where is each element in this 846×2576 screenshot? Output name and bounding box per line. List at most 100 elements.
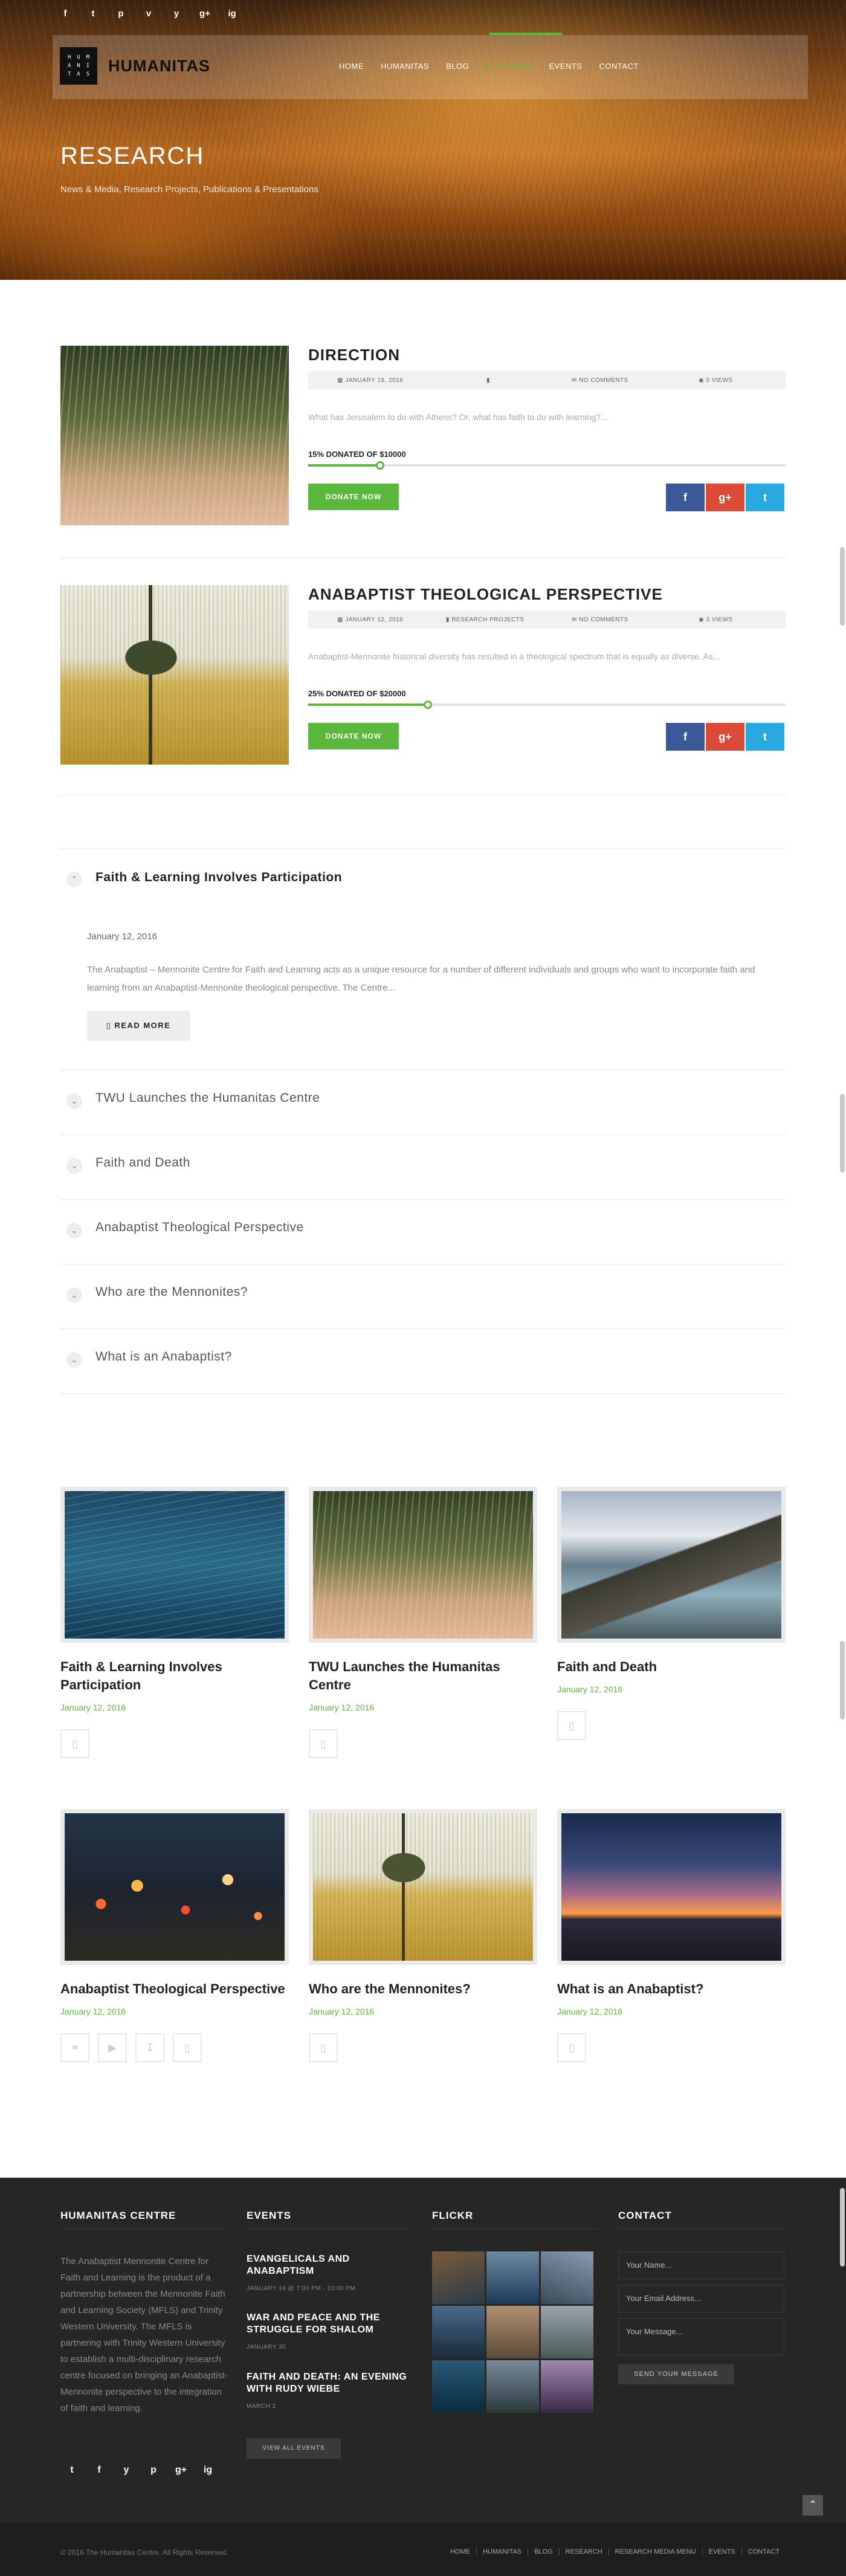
download-icon[interactable]: ↧ [135,2033,164,2062]
post-date[interactable]: January 12, 2016 [309,2007,537,2016]
post-date[interactable]: January 12, 2016 [60,1703,289,1712]
video-icon[interactable]: ▶ [98,2033,127,2062]
donate-button[interactable]: DONATE NOW [308,723,399,749]
pinterest-icon[interactable]: p [116,8,126,19]
project-image[interactable] [60,585,289,765]
post-title[interactable]: Anabaptist Theological Perspective [60,1980,289,1998]
post-date[interactable]: January 12, 2016 [557,2007,786,2016]
twitter-share-button[interactable]: t [746,723,784,751]
flickr-photo[interactable] [432,2251,485,2304]
scrollbar-thumb[interactable] [840,547,845,626]
name-field[interactable]: Your Name... [618,2251,784,2279]
accordion-title[interactable]: Anabaptist Theological Perspective [95,1220,304,1235]
instagram-icon[interactable]: ig [227,8,237,19]
post-title[interactable]: Faith & Learning Involves Participation [60,1658,289,1694]
chevron-down-icon[interactable]: ⌄ [66,1158,82,1174]
event-title[interactable]: EVANGELICALS AND ANABAPTISM [247,2253,410,2277]
post-thumbnail[interactable] [309,1809,537,1965]
chevron-down-icon[interactable]: ⌄ [66,1093,82,1109]
email-field[interactable]: Your Email Address... [618,2285,784,2312]
post-date[interactable]: January 12, 2016 [309,1703,537,1712]
post-title[interactable]: Who are the Mennonites? [309,1980,537,1998]
flickr-photo[interactable] [432,2306,485,2358]
nav-humanitas[interactable]: HUMANITAS [372,62,438,71]
accordion-title[interactable]: TWU Launches the Humanitas Centre [95,1091,320,1105]
footer-nav-events[interactable]: EVENTS [702,2548,741,2555]
twitter-icon[interactable]: t [88,8,98,19]
flickr-photo[interactable] [486,2306,539,2358]
accordion-title[interactable]: Faith and Death [95,1156,190,1170]
googleplus-icon[interactable]: g+ [199,8,210,19]
flickr-photo[interactable] [486,2360,539,2413]
back-to-top-button[interactable]: ⌃ [802,2495,823,2516]
flickr-photo[interactable] [432,2360,485,2413]
headphones-icon[interactable]: ⚭ [60,2033,89,2062]
book-icon[interactable]: ▯ [557,1711,586,1740]
post-thumbnail[interactable] [557,1809,786,1965]
accordion-item[interactable]: ⌄ Faith and Death [60,1156,786,1180]
scrollbar-thumb[interactable] [840,2188,845,2267]
event-title[interactable]: WAR AND PEACE AND THE STRUGGLE FOR SHALO… [247,2312,410,2336]
instagram-icon[interactable]: ig [202,2465,213,2476]
accordion-item[interactable]: ⌄ What is an Anabaptist? [60,1350,786,1374]
nav-events[interactable]: EVENTS [540,62,590,71]
accordion-title[interactable]: What is an Anabaptist? [95,1350,232,1364]
youtube-icon[interactable]: y [172,8,181,19]
donate-button[interactable]: DONATE NOW [308,484,399,510]
flickr-photo[interactable] [541,2306,593,2358]
meta-comments[interactable]: ✉ NO COMMENTS [572,377,628,384]
footer-nav-home[interactable]: HOME [444,2548,476,2555]
book-icon[interactable]: ▯ [173,2033,202,2062]
project-title[interactable]: ANABAPTIST THEOLOGICAL PERSPECTIVE [308,585,663,604]
message-field[interactable]: Your Message... [618,2318,784,2355]
flickr-photo[interactable] [486,2251,539,2304]
post-thumbnail[interactable] [557,1487,786,1643]
youtube-icon[interactable]: y [121,2465,132,2476]
project-title[interactable]: DIRECTION [308,346,400,364]
nav-contact[interactable]: CONTACT [591,62,647,71]
logo-mark[interactable]: H U M A N I T A S [60,47,97,85]
post-thumbnail[interactable] [60,1809,289,1965]
meta-comments[interactable]: ✉ NO COMMENTS [572,616,628,623]
facebook-icon[interactable]: f [94,2465,105,2476]
footer-nav-research[interactable]: RESEARCH [558,2548,609,2555]
meta-category[interactable]: ▮ RESEARCH PROJECTS [446,616,524,623]
accordion-item[interactable]: ⌄ TWU Launches the Humanitas Centre [60,1091,786,1115]
send-message-button[interactable]: SEND YOUR MESSAGE [618,2364,734,2384]
nav-blog[interactable]: BLOG [438,62,477,71]
footer-nav-research-media[interactable]: RESEARCH MEDIA MENU [608,2548,702,2555]
post-title[interactable]: What is an Anabaptist? [557,1980,786,1998]
post-date[interactable]: January 12, 2016 [557,1684,786,1694]
nav-home[interactable]: HOME [331,62,372,71]
twitter-share-button[interactable]: t [746,484,784,511]
book-icon[interactable]: ▯ [557,2033,586,2062]
view-all-events-button[interactable]: VIEW ALL EVENTS [247,2438,341,2459]
accordion-item-open[interactable]: ⌃ Faith & Learning Involves Participatio… [60,870,786,895]
chevron-up-icon[interactable]: ⌃ [66,872,82,887]
post-title[interactable]: Faith and Death [557,1658,786,1676]
facebook-share-button[interactable]: f [666,484,705,511]
flickr-photo[interactable] [541,2360,593,2413]
twitter-icon[interactable]: t [66,2465,77,2476]
scrollbar-thumb[interactable] [840,1641,845,1720]
accordion-item[interactable]: ⌄ Who are the Mennonites? [60,1285,786,1309]
googleplus-share-button[interactable]: g+ [706,484,744,511]
nav-research[interactable]: RESEARCH [477,62,540,71]
read-more-button[interactable]: ▯ READ MORE [87,1011,190,1041]
accordion-item[interactable]: ⌄ Anabaptist Theological Perspective [60,1220,786,1244]
chevron-down-icon[interactable]: ⌄ [66,1223,82,1238]
flickr-photo[interactable] [541,2251,593,2304]
post-date[interactable]: January 12, 2016 [60,2007,289,2016]
footer-nav-humanitas[interactable]: HUMANITAS [476,2548,528,2555]
book-icon[interactable]: ▯ [309,1729,338,1758]
project-image[interactable] [60,346,289,525]
chevron-down-icon[interactable]: ⌄ [66,1352,82,1368]
book-icon[interactable]: ▯ [309,2033,338,2062]
logo-text[interactable]: HUMANITAS [108,57,210,76]
accordion-title[interactable]: Faith & Learning Involves Participation [95,870,342,885]
accordion-title[interactable]: Who are the Mennonites? [95,1285,248,1299]
post-thumbnail[interactable] [60,1487,289,1643]
facebook-share-button[interactable]: f [666,723,705,751]
scrollbar-thumb[interactable] [840,1094,845,1173]
vimeo-icon[interactable]: v [144,8,153,19]
